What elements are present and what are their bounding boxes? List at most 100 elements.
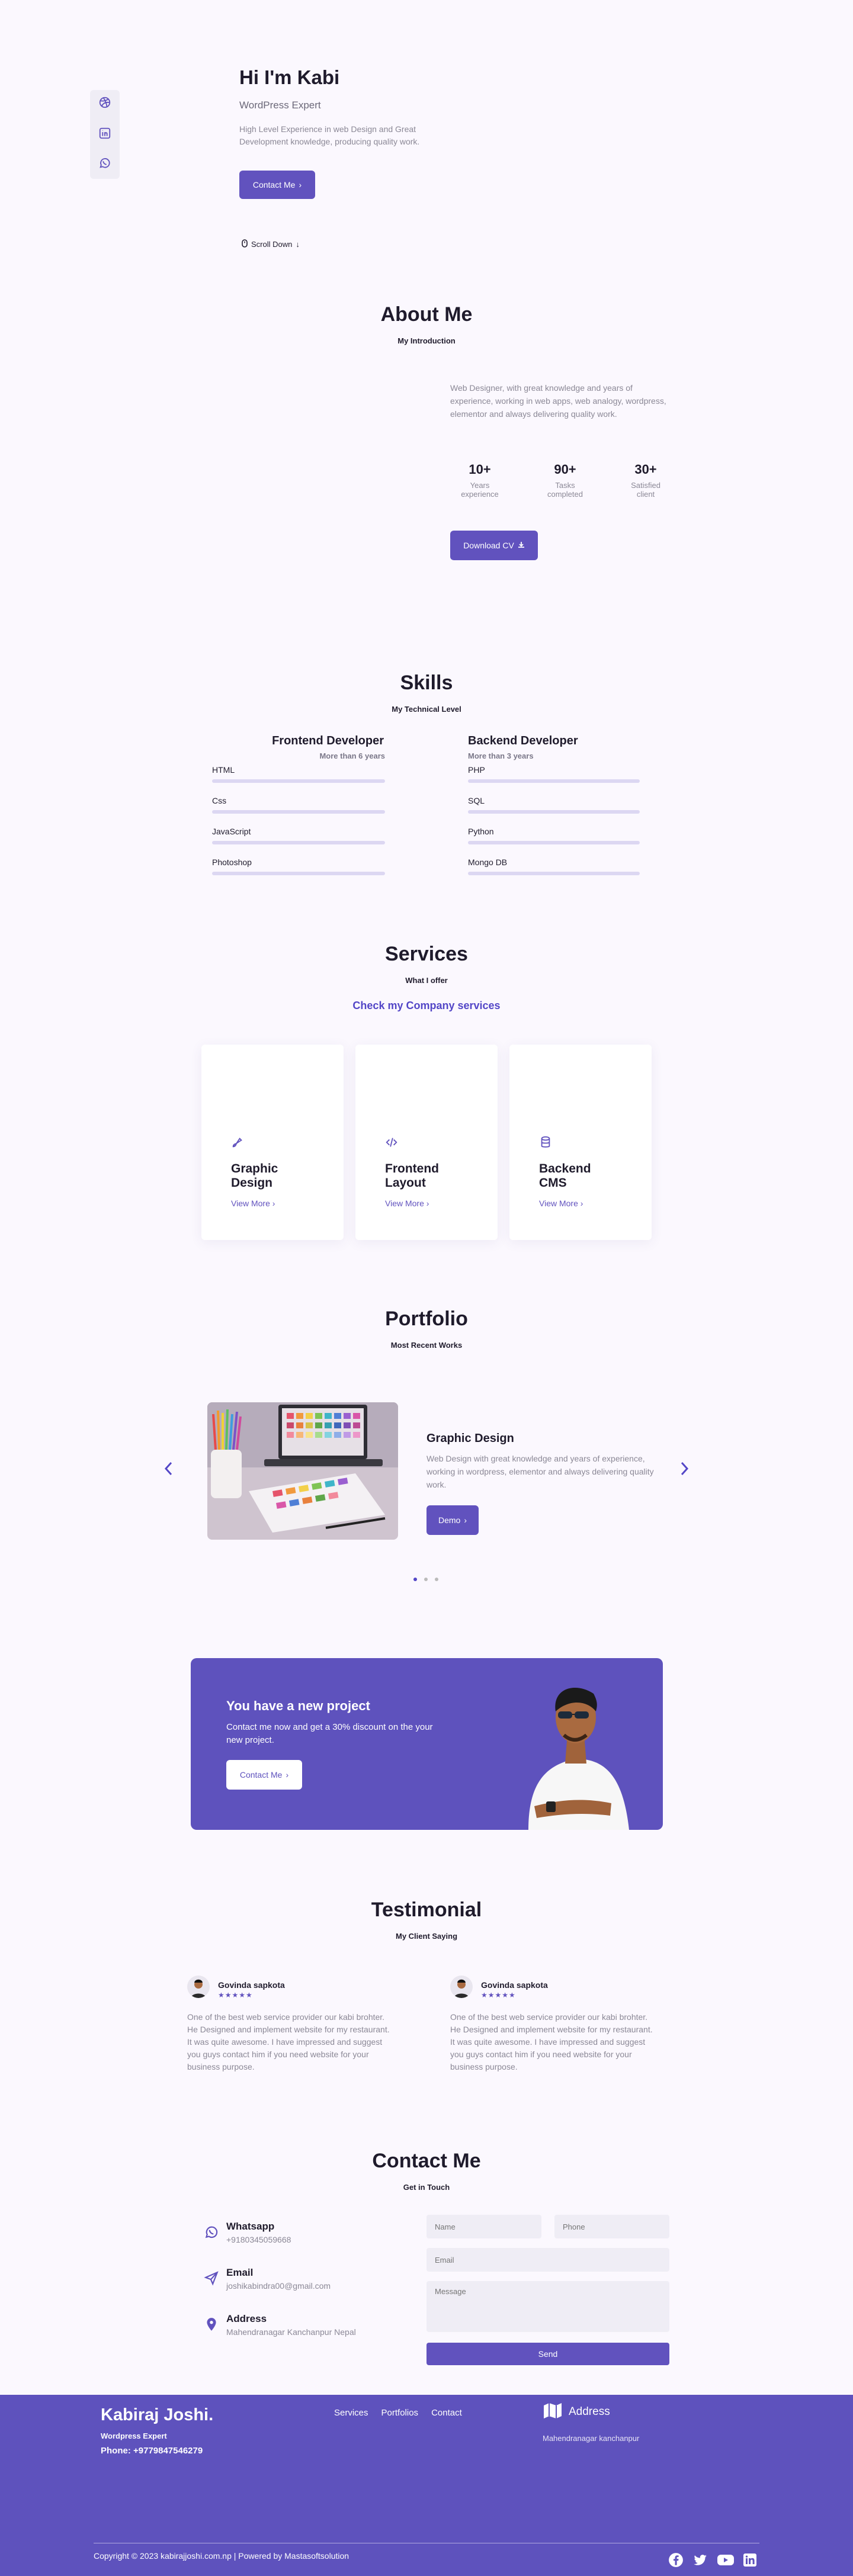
social-sidebar xyxy=(90,90,120,179)
carousel-next-button[interactable] xyxy=(679,1460,690,1480)
stat-label: experience xyxy=(461,490,499,499)
service-card-frontend: Frontend Layout View More › xyxy=(355,1045,498,1240)
contact-method-title: Address xyxy=(226,2313,267,2324)
skill-bar xyxy=(212,872,385,875)
footer-social xyxy=(668,2552,757,2571)
dribbble-icon[interactable] xyxy=(98,96,111,109)
project-title: You have a new project xyxy=(226,1698,370,1713)
portfolio-subtitle: Most Recent Works xyxy=(390,1341,463,1350)
backend-title: Backend Developer xyxy=(468,734,578,747)
map-icon xyxy=(543,2402,563,2423)
stat-clients: 30+ Satisfied client xyxy=(616,462,675,499)
skill-label: Mongo DB xyxy=(468,857,508,867)
chevron-right-icon: › xyxy=(299,180,302,189)
skill-label: HTML xyxy=(212,765,235,775)
contact-method-value: joshikabindra00@gmail.com xyxy=(226,2281,331,2291)
testimonial-name: Govinda sapkota xyxy=(218,1980,285,1990)
testimonial-title: Testimonial xyxy=(371,1899,482,1921)
skill-bar xyxy=(468,841,640,844)
footer-nav-contact[interactable]: Contact xyxy=(431,2408,462,2418)
footer-nav-portfolios[interactable]: Portfolios xyxy=(381,2408,419,2418)
skill-bar xyxy=(468,810,640,814)
skill-bar xyxy=(468,779,640,783)
carousel-dot[interactable] xyxy=(424,1578,428,1581)
stat-label: Satisfied xyxy=(631,481,660,490)
stat-label: client xyxy=(636,490,655,499)
skill-bar xyxy=(212,779,385,783)
testimonial-text: One of the best web service provider our… xyxy=(450,2012,653,2071)
mouse-icon xyxy=(242,239,248,249)
carousel-dots xyxy=(413,1578,438,1581)
service-title-line: Design xyxy=(231,1176,273,1190)
copyright: Copyright © 2023 kabirajjoshi.com.np | P… xyxy=(94,2551,349,2561)
view-more-label: View More xyxy=(385,1199,424,1208)
service-title-line: Backend xyxy=(539,1162,591,1175)
hero-description: High Level Experience in web Design and … xyxy=(239,124,420,146)
skill-label: Photoshop xyxy=(212,857,252,867)
backend-skills: Backend Developer More than 3 years PHP … xyxy=(468,734,640,875)
stat-tasks: 90+ Tasks completed xyxy=(535,462,595,499)
company-services-link[interactable]: Check my Company services xyxy=(0,1000,853,1012)
rating-stars: ★★★★★ xyxy=(481,1991,516,1999)
hero-title: Hi I'm Kabi xyxy=(239,66,340,88)
footer-address-title: Address xyxy=(569,2405,610,2418)
rating-stars: ★★★★★ xyxy=(218,1991,253,1999)
carousel-dot[interactable] xyxy=(413,1578,417,1581)
contact-whatsapp[interactable]: Whatsapp +9180345059668 xyxy=(204,2221,405,2250)
contact-title: Contact Me xyxy=(372,2150,481,2172)
demo-button[interactable]: Demo › xyxy=(426,1505,479,1535)
graphic-design-icon xyxy=(231,1136,244,1152)
phone-input[interactable] xyxy=(554,2215,669,2238)
contact-subtitle: Get in Touch xyxy=(403,2183,450,2192)
services-title: Services xyxy=(385,943,468,965)
service-title-line: Graphic xyxy=(231,1162,278,1175)
chevron-right-icon: › xyxy=(580,1199,583,1208)
stat-value: 90+ xyxy=(554,462,576,477)
contact-method-value: Mahendranagar Kanchanpur Nepal xyxy=(226,2327,356,2337)
facebook-icon[interactable] xyxy=(668,2552,684,2571)
about-description: Web Designer, with great knowledge and y… xyxy=(450,383,666,419)
arrow-down-icon: ↓ xyxy=(296,240,300,249)
whatsapp-icon xyxy=(204,2224,219,2243)
skill-bar xyxy=(212,810,385,814)
avatar xyxy=(187,1976,210,1998)
carousel-dot[interactable] xyxy=(435,1578,438,1581)
linkedin-icon[interactable] xyxy=(743,2552,757,2571)
chevron-right-icon: › xyxy=(426,1199,429,1208)
download-icon xyxy=(518,541,525,550)
hero-contact-button[interactable]: Contact Me › xyxy=(239,171,315,199)
carousel-prev-button[interactable] xyxy=(163,1460,174,1480)
service-card-graphic: Graphic Design View More › xyxy=(201,1045,344,1240)
footer-nav: Services Portfolios Contact xyxy=(334,2408,462,2418)
service-title: Frontend Layout xyxy=(385,1162,439,1190)
youtube-icon[interactable] xyxy=(717,2552,735,2571)
whatsapp-icon[interactable] xyxy=(98,156,111,169)
project-banner: You have a new project Contact me now an… xyxy=(191,1658,663,1830)
stat-label: Years xyxy=(470,481,490,490)
name-input[interactable] xyxy=(426,2215,541,2238)
contact-email[interactable]: Email joshikabindra00@gmail.com xyxy=(204,2267,405,2296)
skill-bar xyxy=(468,872,640,875)
frontend-skills: Frontend Developer More than 6 years HTM… xyxy=(212,734,385,875)
view-more-link[interactable]: View More › xyxy=(539,1199,583,1208)
twitter-icon[interactable] xyxy=(692,2552,708,2571)
email-input[interactable] xyxy=(426,2248,669,2272)
project-contact-button[interactable]: Contact Me › xyxy=(226,1760,302,1790)
footer-brand: Kabiraj Joshi. xyxy=(101,2405,214,2424)
contact-method-title: Email xyxy=(226,2267,254,2278)
view-more-link[interactable]: View More › xyxy=(231,1199,275,1208)
stat-experience: 10+ Years experience xyxy=(450,462,509,499)
service-title-line: Frontend xyxy=(385,1162,439,1175)
message-textarea[interactable] xyxy=(426,2281,669,2332)
footer-nav-services[interactable]: Services xyxy=(334,2408,368,2418)
service-title: Graphic Design xyxy=(231,1162,278,1190)
linkedin-icon[interactable] xyxy=(98,127,111,140)
contact-address[interactable]: Address Mahendranagar Kanchanpur Nepal xyxy=(204,2313,405,2343)
scroll-down-label: Scroll Down xyxy=(251,240,293,249)
profile-photo xyxy=(511,1670,635,1830)
view-more-link[interactable]: View More › xyxy=(385,1199,429,1208)
scroll-down-button[interactable]: Scroll Down ↓ xyxy=(242,239,300,249)
download-cv-button[interactable]: Download CV xyxy=(450,531,538,560)
send-button[interactable]: Send xyxy=(426,2343,669,2365)
service-title-line: Layout xyxy=(385,1176,426,1190)
